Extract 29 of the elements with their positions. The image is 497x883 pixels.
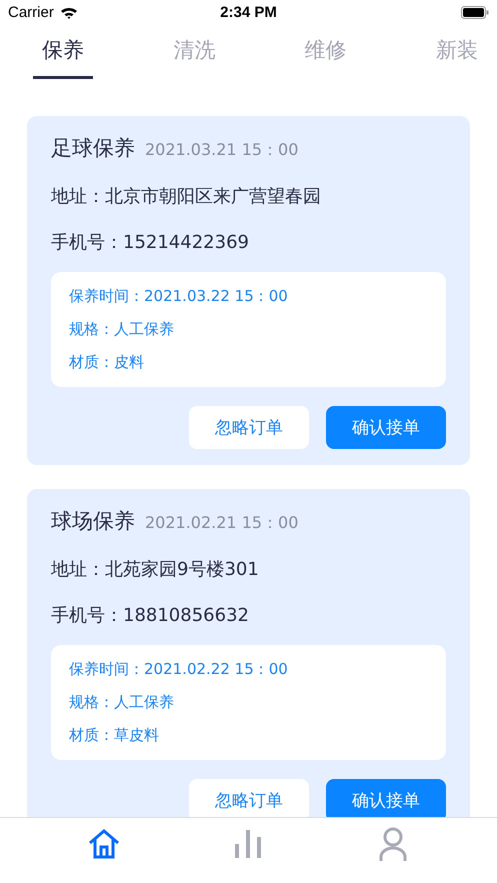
order-title: 足球保养 (51, 135, 135, 162)
battery-icon (460, 6, 489, 18)
detail-text: 规格：人工保养 (69, 319, 175, 340)
ignore-button[interactable]: 忽略订单 (189, 406, 309, 449)
accept-button[interactable]: 确认接单 (326, 406, 446, 449)
detail-text: 材质：皮料 (69, 352, 145, 373)
phone-text: 手机号：15214422369 (51, 231, 250, 254)
category-tab[interactable]: 保养 (33, 24, 93, 82)
detail-text: 保养时间：2021.02.22 15：00 (69, 659, 289, 680)
phone-text: 手机号：18810856632 (51, 604, 250, 627)
user-icon (378, 827, 408, 861)
wifi-icon (60, 6, 78, 18)
carrier-label: Carrier (8, 4, 54, 20)
detail-text: 规格：人工保养 (69, 692, 175, 713)
clock-time: 2:34 PM (220, 4, 277, 20)
address-text: 地址：北京市朝阳区来广营望春园 (51, 185, 322, 208)
category-tab[interactable]: 新装 (426, 24, 487, 82)
category-tab[interactable]: 清洗 (164, 24, 224, 82)
accept-button[interactable]: 确认接单 (326, 779, 446, 817)
order-date: 2021.02.21 15：00 (145, 513, 298, 534)
detail-text: 材质：草皮料 (69, 725, 160, 746)
ignore-button[interactable]: 忽略订单 (189, 779, 309, 817)
bar-chart-icon (233, 828, 264, 860)
category-tab[interactable]: 维修 (296, 24, 356, 82)
detail-text: 保养时间：2021.03.22 15：00 (69, 286, 289, 307)
order-title: 球场保养 (51, 508, 135, 535)
home-icon (87, 828, 122, 860)
address-text: 地址：北苑家园9号楼301 (51, 558, 260, 581)
order-date: 2021.03.21 15：00 (145, 140, 298, 161)
